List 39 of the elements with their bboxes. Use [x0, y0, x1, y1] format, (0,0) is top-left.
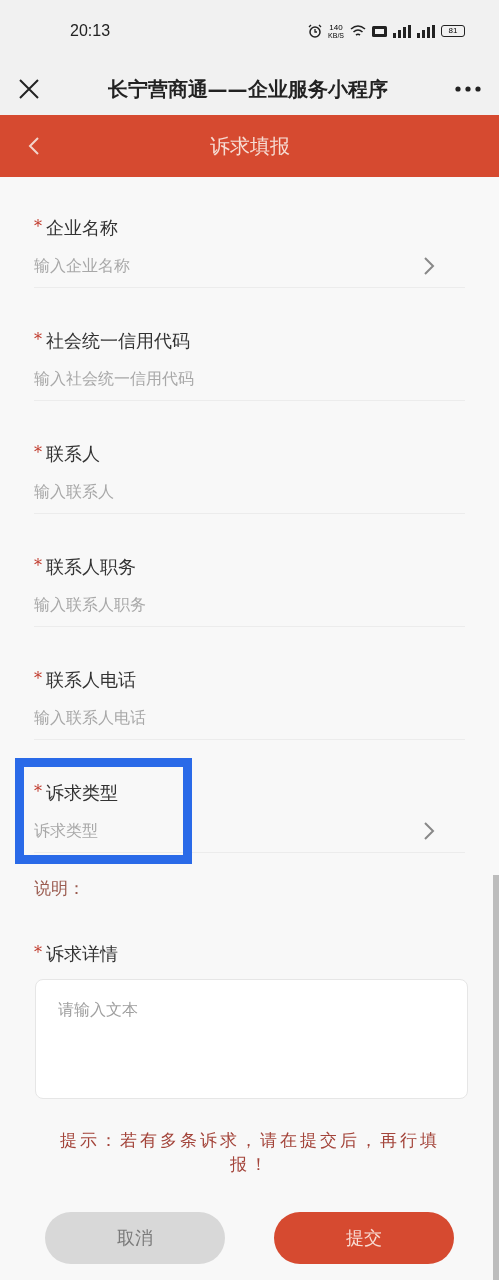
required-asterisk: *	[34, 668, 42, 690]
battery-indicator: 81	[441, 25, 465, 37]
close-icon[interactable]	[18, 77, 40, 100]
input-field[interactable]: 输入联系人职务	[34, 592, 465, 617]
field-label: 诉求详情	[46, 941, 118, 966]
note-label: 说明：	[34, 878, 85, 898]
input-field[interactable]: 输入社会统一信用代码	[34, 366, 465, 391]
field-label: 企业名称	[46, 215, 118, 240]
hd-icon	[372, 25, 387, 37]
hint-text: 提示：若有多条诉求，请在提交后，再行填报！	[58, 1128, 441, 1176]
input-field[interactable]: 输入联系人电话	[34, 705, 465, 730]
required-asterisk: *	[34, 781, 42, 803]
alarm-icon	[308, 24, 323, 38]
wifi-icon	[350, 24, 366, 38]
more-icon[interactable]	[455, 85, 481, 92]
signal-icon	[393, 24, 411, 38]
mini-program-title: 长宁营商通——企业服务小程序	[107, 75, 388, 103]
field-label: 诉求类型	[46, 780, 118, 805]
required-asterisk: *	[34, 216, 42, 238]
required-asterisk: *	[34, 942, 42, 964]
net-speed: 140	[329, 23, 343, 32]
field-label: 社会统一信用代码	[46, 328, 190, 353]
chevron-right-icon	[423, 820, 435, 841]
status-time: 20:13	[70, 21, 111, 41]
field-label: 联系人	[46, 441, 100, 466]
back-icon[interactable]	[28, 136, 40, 156]
input-field[interactable]: 输入联系人	[34, 479, 465, 504]
select-field[interactable]: 输入企业名称	[34, 253, 423, 278]
chevron-right-icon	[423, 255, 435, 276]
signal-icon	[417, 24, 435, 38]
required-asterisk: *	[34, 442, 42, 464]
required-asterisk: *	[34, 329, 42, 351]
field-label: 联系人职务	[46, 554, 136, 579]
field-label: 联系人电话	[46, 667, 136, 692]
required-asterisk: *	[34, 555, 42, 577]
submit-button[interactable]: 提交	[274, 1211, 454, 1264]
page-title: 诉求填报	[209, 133, 290, 160]
details-textarea[interactable]: 请输入文本	[35, 978, 468, 1099]
select-field[interactable]: 诉求类型	[34, 818, 423, 843]
